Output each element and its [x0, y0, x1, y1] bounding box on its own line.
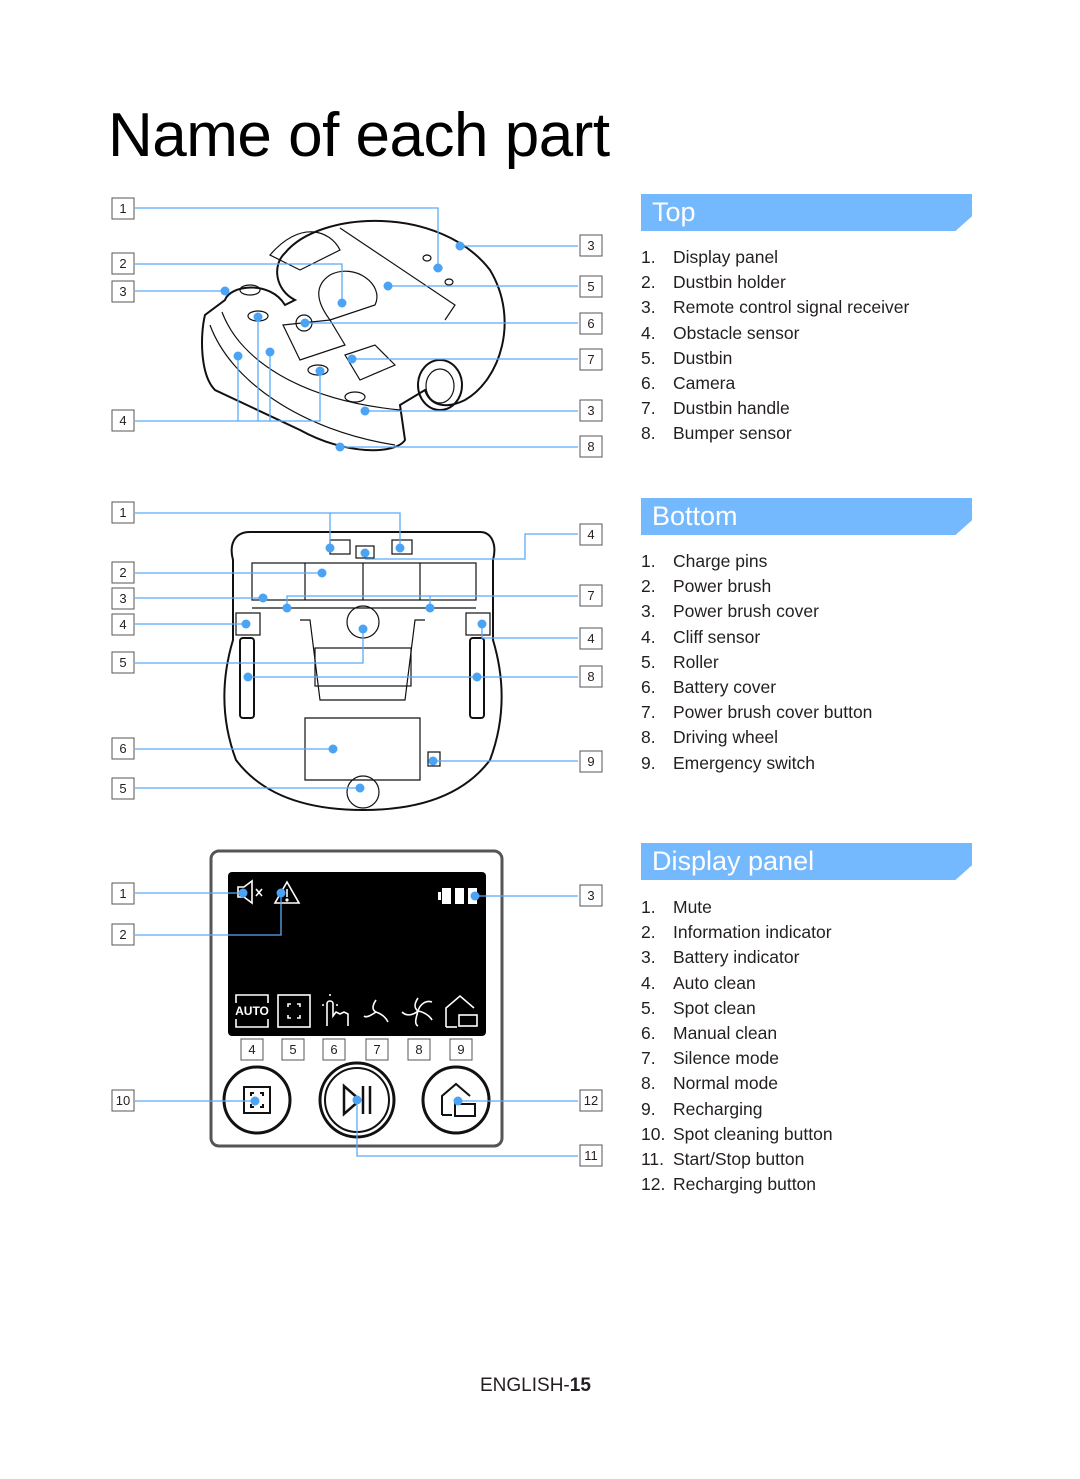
callout-box: 2 [111, 561, 135, 584]
callout-box: 5 [111, 651, 135, 674]
callout-box: 1 [111, 197, 135, 220]
svg-text:10: 10 [116, 1093, 130, 1108]
svg-text:4: 4 [248, 1042, 255, 1057]
svg-text:6: 6 [587, 316, 594, 331]
callout-box: 6 [579, 312, 603, 335]
top-leader-lines [135, 207, 578, 452]
callout-box: 2 [111, 923, 135, 946]
callout-box: 4 [579, 627, 603, 650]
svg-text:4: 4 [119, 413, 126, 428]
callout-box: 7 [579, 584, 603, 607]
callout-box: 11 [579, 1144, 603, 1167]
callout-box: 4 [579, 523, 603, 546]
svg-text:2: 2 [119, 256, 126, 271]
svg-text:AUTO: AUTO [235, 1004, 269, 1018]
svg-text:4: 4 [587, 527, 594, 542]
svg-text:9: 9 [457, 1042, 464, 1057]
callout-box: 3 [111, 280, 135, 303]
callout-box: 2 [111, 252, 135, 275]
svg-text:5: 5 [119, 781, 126, 796]
svg-text:4: 4 [119, 617, 126, 632]
callout-box: 9 [449, 1038, 473, 1061]
top-callouts: 1 2 3 4 3 5 6 7 3 8 [111, 197, 603, 458]
callout-box: 8 [579, 435, 603, 458]
svg-text:1: 1 [119, 886, 126, 901]
svg-text:8: 8 [587, 439, 594, 454]
callout-box: 8 [579, 665, 603, 688]
callout-box: 3 [111, 587, 135, 610]
callout-box: 1 [111, 501, 135, 524]
svg-text:5: 5 [587, 279, 594, 294]
svg-text:2: 2 [119, 565, 126, 580]
callout-box: 3 [579, 399, 603, 422]
robot-top-illustration [201, 219, 506, 452]
callout-box: 12 [579, 1089, 603, 1112]
svg-text:5: 5 [119, 655, 126, 670]
callout-box: 10 [111, 1089, 135, 1112]
svg-text:3: 3 [587, 238, 594, 253]
diagrams: 1 2 3 4 3 5 6 7 3 8 1 2 3 4 5 6 5 4 7 4 … [111, 197, 603, 1167]
svg-text:4: 4 [587, 631, 594, 646]
svg-text:3: 3 [587, 888, 594, 903]
svg-text:7: 7 [373, 1042, 380, 1057]
svg-text:12: 12 [584, 1093, 598, 1108]
svg-text:8: 8 [587, 669, 594, 684]
callout-box: 9 [579, 750, 603, 773]
callout-box: 7 [365, 1038, 389, 1061]
svg-text:3: 3 [587, 403, 594, 418]
robot-bottom-illustration [223, 531, 503, 812]
callout-box: 5 [111, 777, 135, 800]
svg-text:5: 5 [289, 1042, 296, 1057]
callout-box: 8 [407, 1038, 431, 1061]
callout-box: 6 [322, 1038, 346, 1061]
svg-text:2: 2 [119, 927, 126, 942]
callout-box: 5 [579, 275, 603, 298]
callout-box: 4 [111, 613, 135, 636]
callout-box: 7 [579, 348, 603, 371]
callout-box: 3 [579, 234, 603, 257]
callout-box: 5 [281, 1038, 305, 1061]
svg-text:8: 8 [415, 1042, 422, 1057]
svg-text:1: 1 [119, 505, 126, 520]
svg-text:3: 3 [119, 591, 126, 606]
svg-text:1: 1 [119, 201, 126, 216]
callout-box: 4 [240, 1038, 264, 1061]
callout-box: 6 [111, 737, 135, 760]
callout-box: 1 [111, 882, 135, 905]
svg-text:7: 7 [587, 588, 594, 603]
callout-box: 4 [111, 409, 135, 432]
svg-text:6: 6 [119, 741, 126, 756]
svg-text:9: 9 [587, 754, 594, 769]
svg-text:3: 3 [119, 284, 126, 299]
svg-text:6: 6 [330, 1042, 337, 1057]
svg-text:11: 11 [584, 1148, 598, 1163]
callout-box: 3 [579, 884, 603, 907]
svg-text:7: 7 [587, 352, 594, 367]
